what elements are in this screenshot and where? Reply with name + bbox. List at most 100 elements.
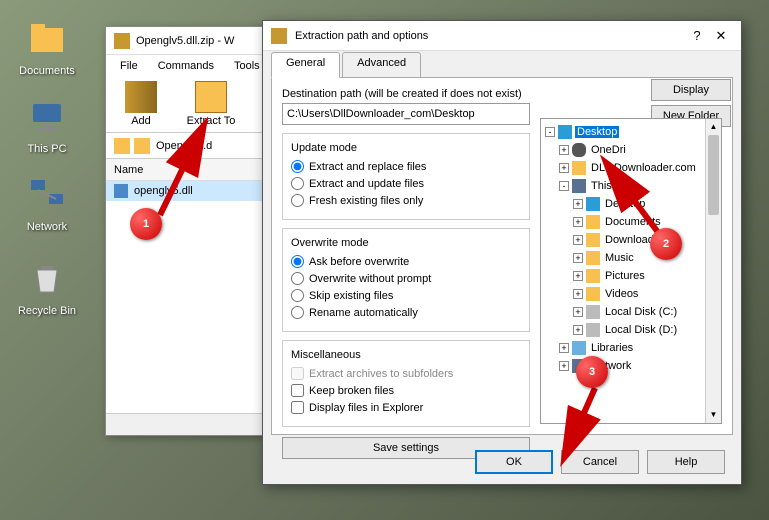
display-button[interactable]: Display [651, 79, 731, 101]
desktop-icon-network[interactable]: Network [12, 174, 82, 233]
tree-expander-icon[interactable]: + [559, 343, 569, 353]
tree-scrollbar[interactable]: ▲ ▼ [705, 119, 721, 423]
tree-node[interactable]: + Desktop [573, 195, 717, 213]
desktop-icon-label: This PC [12, 143, 82, 155]
radio-rename-auto[interactable]: Rename automatically [291, 306, 521, 319]
radio-extract-update[interactable]: Extract and update files [291, 177, 521, 190]
toolbar-label: Extract To [184, 115, 238, 127]
tree-label[interactable]: OneDri [589, 144, 628, 156]
folder-icon [27, 18, 67, 58]
radio-fresh-existing[interactable]: Fresh existing files only [291, 194, 521, 207]
help-icon[interactable]: ? [685, 28, 709, 43]
tab-general[interactable]: General [271, 52, 340, 78]
add-button[interactable]: Add [114, 81, 168, 128]
tree-folder-icon [586, 215, 600, 229]
tree-node[interactable]: + Local Disk (D:) [573, 321, 717, 339]
desktop-icon-documents[interactable]: Documents [12, 18, 82, 77]
tree-node[interactable]: + OneDri [559, 141, 717, 159]
tree-node[interactable]: + Videos [573, 285, 717, 303]
tree-node[interactable]: + Libraries [559, 339, 717, 357]
tree-label[interactable]: Local Disk (D:) [603, 324, 679, 336]
tree-node[interactable]: - This PC [559, 177, 717, 195]
desktop-icon-recyclebin[interactable]: Recycle Bin [12, 258, 82, 317]
tree-label[interactable]: DLL Downloader.com [589, 162, 698, 174]
dialog-title-text: Extraction path and options [295, 30, 428, 42]
file-name: openglv5.dll [134, 185, 193, 197]
update-mode-title: Update mode [287, 142, 361, 154]
tree-folder-icon [586, 251, 600, 265]
check-subfolders: Extract archives to subfolders [291, 367, 521, 380]
tree-label[interactable]: Videos [603, 288, 640, 300]
overwrite-mode-group: Overwrite mode Ask before overwrite Over… [282, 228, 530, 332]
tree-node[interactable]: - Desktop [545, 123, 717, 141]
tree-expander-icon[interactable]: + [559, 361, 569, 371]
close-icon[interactable]: ✕ [709, 28, 733, 44]
tree-folder-icon [558, 125, 572, 139]
radio-skip-existing[interactable]: Skip existing files [291, 289, 521, 302]
menu-file[interactable]: File [110, 58, 148, 74]
extract-dialog: Extraction path and options ? ✕ General … [262, 20, 742, 485]
dll-icon [114, 184, 128, 198]
dialog-titlebar[interactable]: Extraction path and options ? ✕ [263, 21, 741, 51]
tree-node[interactable]: + Local Disk (C:) [573, 303, 717, 321]
tree-expander-icon[interactable]: + [573, 307, 583, 317]
tree-expander-icon[interactable]: - [545, 127, 555, 137]
extract-to-button[interactable]: Extract To [184, 81, 238, 128]
tree-label[interactable]: Network [589, 360, 633, 372]
tab-advanced[interactable]: Advanced [342, 52, 421, 78]
tree-label[interactable]: Pictures [603, 270, 647, 282]
menu-commands[interactable]: Commands [148, 58, 224, 74]
tree-folder-icon [572, 179, 586, 193]
tree-expander-icon[interactable]: + [559, 163, 569, 173]
tree-node[interactable]: + Music [573, 249, 717, 267]
ok-button[interactable]: OK [475, 450, 553, 474]
tree-expander-icon[interactable]: + [559, 145, 569, 155]
scroll-down-icon[interactable]: ▼ [706, 407, 721, 423]
radio-extract-replace[interactable]: Extract and replace files [291, 160, 521, 173]
destination-input[interactable] [282, 103, 530, 125]
tree-label[interactable]: Documents [603, 216, 663, 228]
desktop-icon-label: Recycle Bin [12, 305, 82, 317]
check-keepbroken[interactable]: Keep broken files [291, 384, 521, 397]
tree-label[interactable]: Local Disk (C:) [603, 306, 679, 318]
tree-expander-icon[interactable]: + [573, 253, 583, 263]
scroll-up-icon[interactable]: ▲ [706, 119, 721, 135]
tree-label[interactable]: Desktop [603, 198, 647, 210]
tree-node[interactable]: + Pictures [573, 267, 717, 285]
tree-node[interactable]: + Downloads [573, 231, 717, 249]
tree-node[interactable]: + DLL Downloader.com [559, 159, 717, 177]
tree-label[interactable]: Libraries [589, 342, 635, 354]
scroll-thumb[interactable] [708, 135, 719, 215]
tree-expander-icon[interactable]: + [573, 217, 583, 227]
tree-expander-icon[interactable]: + [573, 235, 583, 245]
extract-icon [195, 81, 227, 113]
tree-expander-icon[interactable]: - [559, 181, 569, 191]
radio-ask-overwrite[interactable]: Ask before overwrite [291, 255, 521, 268]
check-displayexplorer[interactable]: Display files in Explorer [291, 401, 521, 414]
tree-expander-icon[interactable]: + [573, 271, 583, 281]
add-icon [125, 81, 157, 113]
pc-icon [27, 96, 67, 136]
tree-label[interactable]: Music [603, 252, 636, 264]
dialog-tabs: General Advanced [263, 51, 741, 77]
cancel-button[interactable]: Cancel [561, 450, 639, 474]
misc-group: Miscellaneous Extract archives to subfol… [282, 340, 530, 427]
tree-expander-icon[interactable]: + [573, 289, 583, 299]
tree-folder-icon [586, 197, 600, 211]
overwrite-mode-title: Overwrite mode [287, 237, 373, 249]
tree-node[interactable]: + Documents [573, 213, 717, 231]
tree-folder-icon [586, 287, 600, 301]
dialog-button-row: OK Cancel Help [475, 450, 725, 474]
tree-expander-icon[interactable]: + [573, 325, 583, 335]
help-button[interactable]: Help [647, 450, 725, 474]
tree-label[interactable]: This PC [589, 180, 632, 192]
tree-node[interactable]: + Network [559, 357, 717, 375]
tree-expander-icon[interactable]: + [573, 199, 583, 209]
desktop-icon-thispc[interactable]: This PC [12, 96, 82, 155]
radio-overwrite-noprompt[interactable]: Overwrite without prompt [291, 272, 521, 285]
tree-label[interactable]: Downloads [603, 234, 661, 246]
tree-label[interactable]: Desktop [575, 126, 619, 138]
up-icon[interactable] [114, 138, 130, 154]
desktop-icon-label: Documents [12, 65, 82, 77]
tree-folder-icon [586, 305, 600, 319]
